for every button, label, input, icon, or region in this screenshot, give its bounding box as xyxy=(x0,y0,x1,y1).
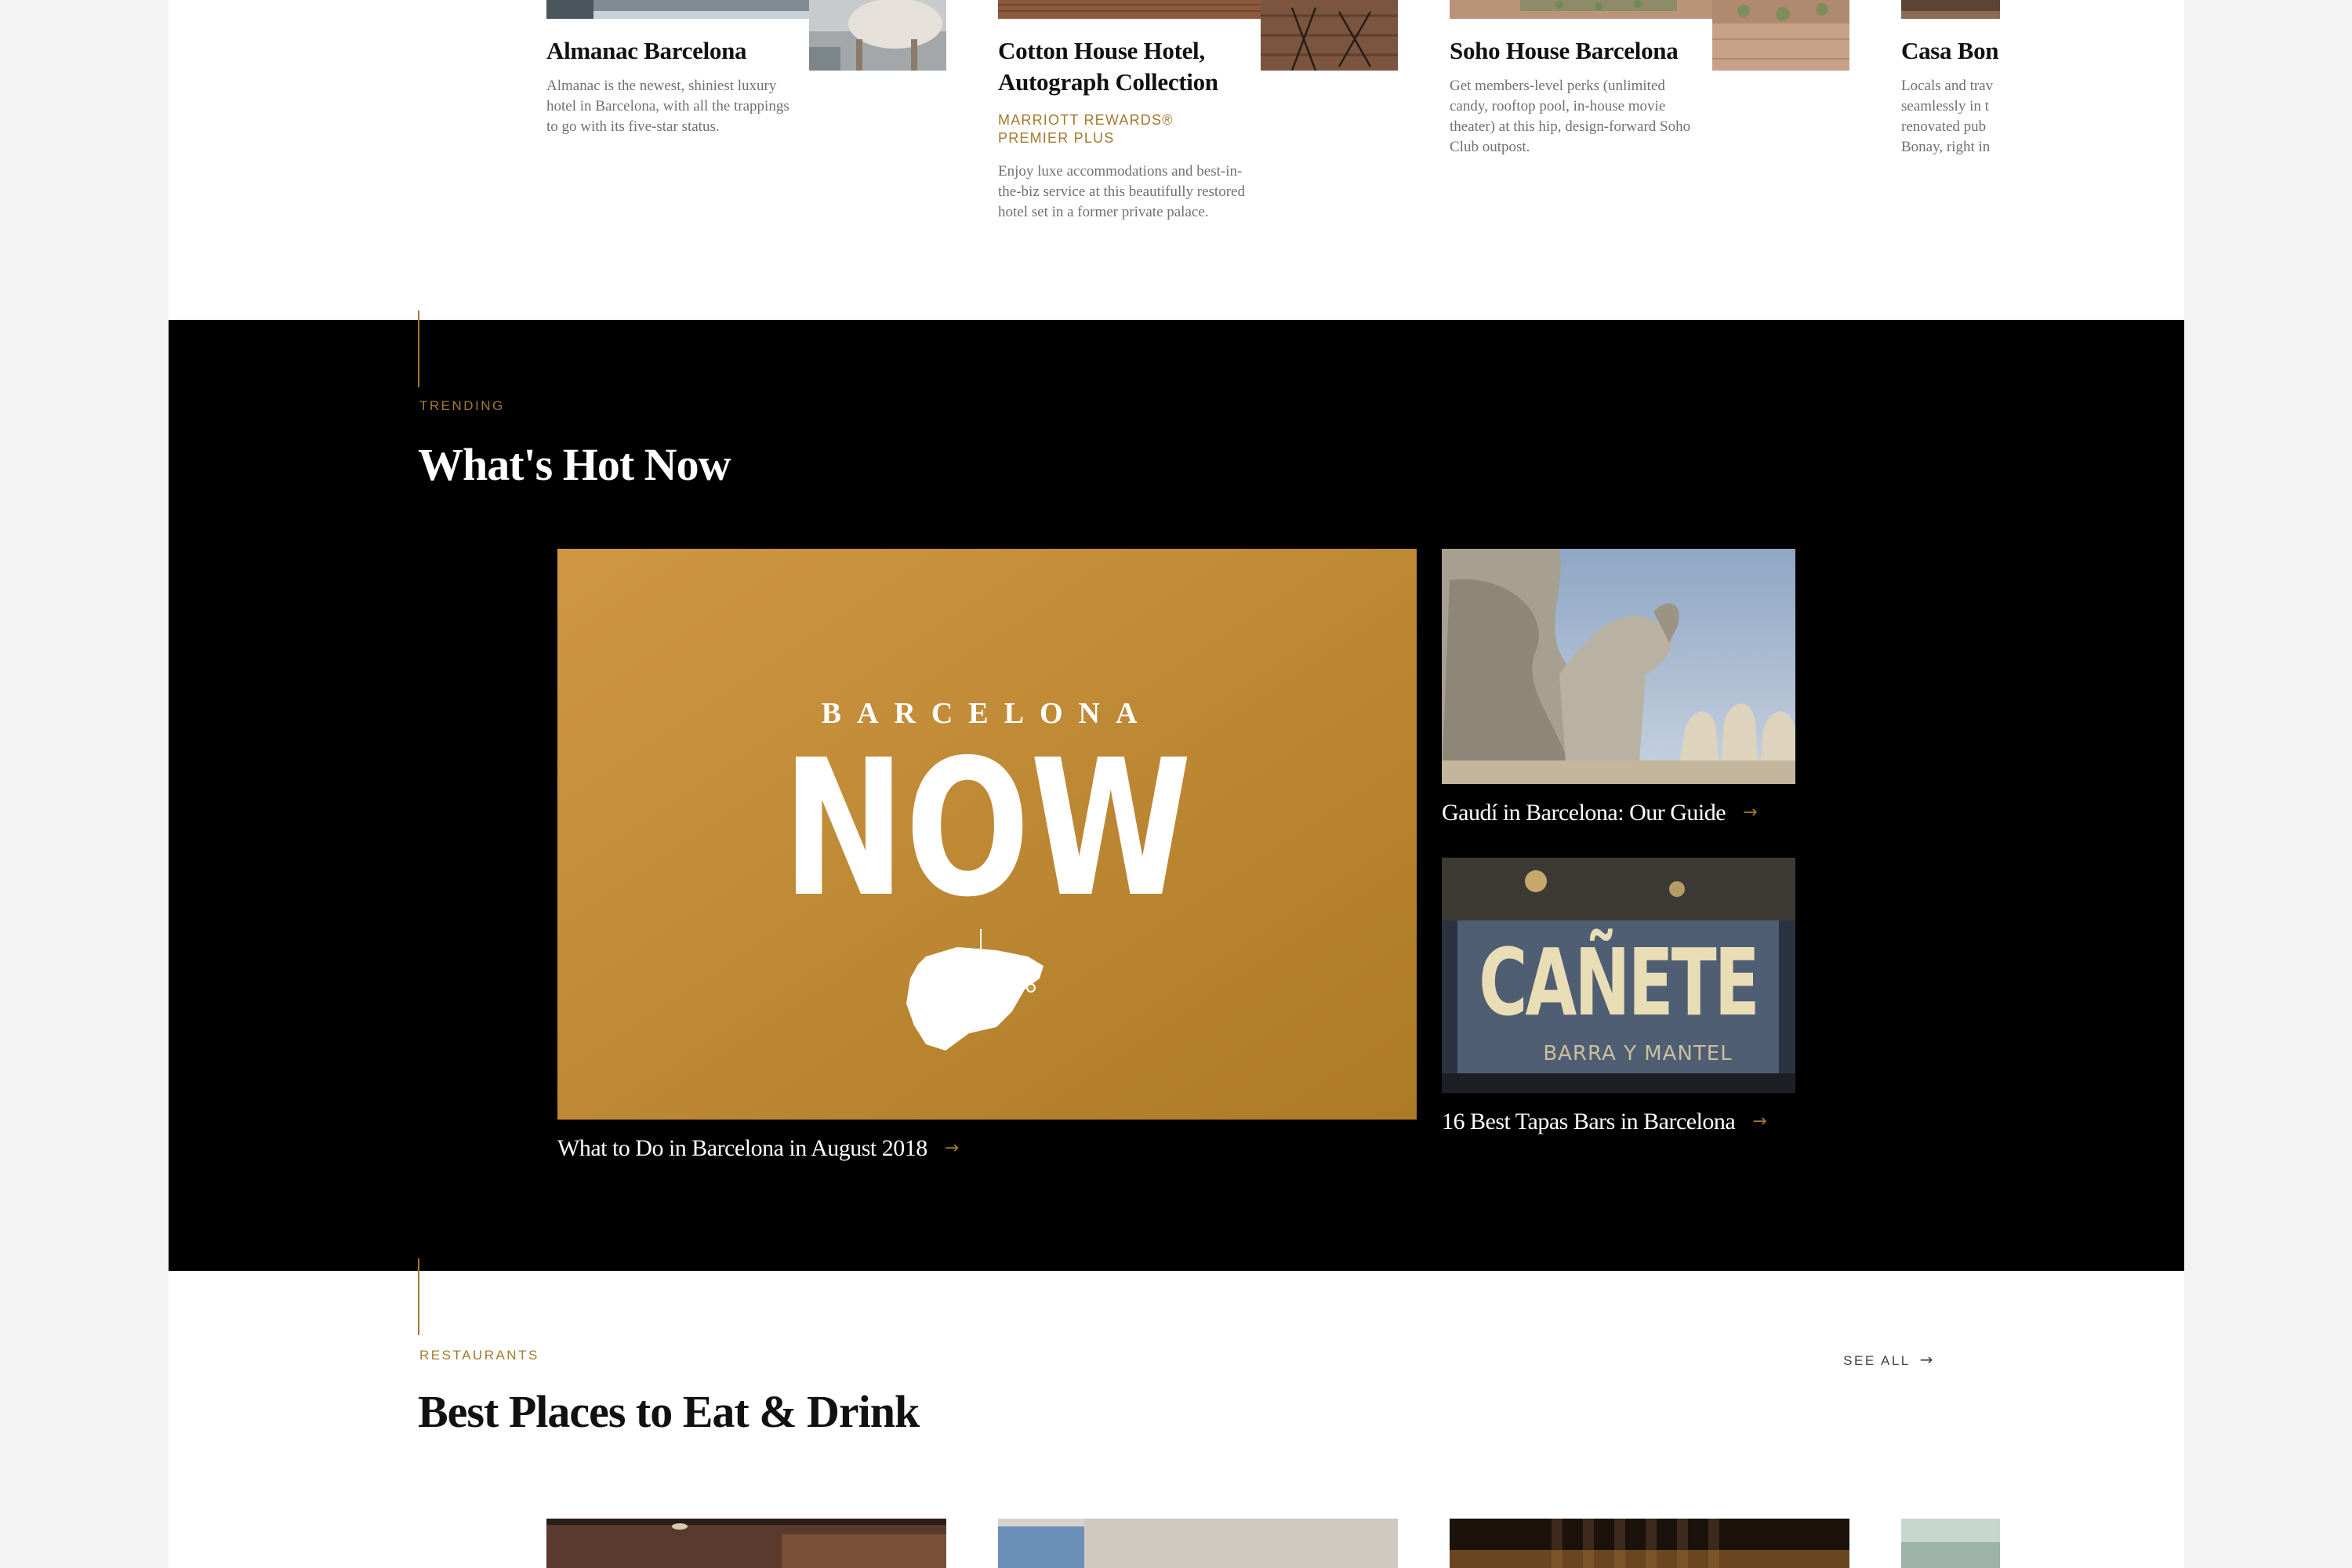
feature-image[interactable]: BARCELONA NOW xyxy=(557,549,1417,1120)
see-all-label: SEE ALL xyxy=(1843,1353,1911,1368)
arrow-right-icon: → xyxy=(944,1138,959,1158)
restaurants-section: RESTAURANTS SEE ALL → Best Places to Eat … xyxy=(169,1258,2184,1568)
side-card-caption: 16 Best Tapas Bars in Barcelona xyxy=(1442,1109,1736,1134)
side-card-link[interactable]: Gaudí in Barcelona: Our Guide → xyxy=(1442,800,1757,826)
hotel-description: Get members-level perks (unlimited candy… xyxy=(1450,78,1691,155)
hotel-name[interactable]: Casa Bon xyxy=(1901,35,2000,67)
hotel-name[interactable]: Cotton House Hotel, Autograph Collection xyxy=(998,35,1253,98)
section-rule xyxy=(418,310,419,387)
restaurant-image[interactable] xyxy=(1450,1519,1849,1568)
arrow-right-icon: → xyxy=(1919,1350,1935,1369)
hotel-description: Almanac is the newest, shiniest luxury h… xyxy=(546,78,789,135)
section-title: Best Places to Eat & Drink xyxy=(418,1386,920,1437)
hotel-image[interactable] xyxy=(1901,0,2000,19)
hotels-carousel: Almanac Barcelona Almanac is the newest,… xyxy=(169,0,2184,320)
side-card-image[interactable] xyxy=(1442,549,1795,784)
feature-link[interactable]: What to Do in Barcelona in August 2018 → xyxy=(557,1135,959,1162)
restaurant-image[interactable] xyxy=(546,1519,946,1568)
restaurant-image[interactable] xyxy=(1901,1519,2000,1568)
hotel-name[interactable]: Almanac Barcelona xyxy=(546,35,801,67)
arrow-right-icon: → xyxy=(1743,803,1757,822)
hotel-image[interactable] xyxy=(1450,0,1712,19)
trending-section: TRENDING What's Hot Now BARCELONA NOW Wh… xyxy=(169,310,2184,1271)
side-card-link[interactable]: 16 Best Tapas Bars in Barcelona → xyxy=(1442,1109,1767,1135)
hotel-card[interactable]: Casa Bon Locals and trav seamlessly in t… xyxy=(1901,0,2000,172)
section-eyebrow: RESTAURANTS xyxy=(419,1348,539,1363)
page: Almanac Barcelona Almanac is the newest,… xyxy=(169,0,2184,1568)
hotel-name[interactable]: Soho House Barcelona xyxy=(1450,35,1704,67)
arrow-right-icon: → xyxy=(1752,1112,1767,1131)
brand-main-text: NOW xyxy=(782,719,1192,938)
hotel-image[interactable] xyxy=(546,0,809,19)
sign-sub-text: BARRA Y MANTEL xyxy=(1543,1042,1732,1065)
see-all-link[interactable]: SEE ALL → xyxy=(1843,1350,1935,1369)
rewards-badge: MARRIOTT REWARDS® PREMIER PLUS xyxy=(998,112,1174,146)
hotel-image[interactable] xyxy=(998,0,1261,19)
section-title: What's Hot Now xyxy=(418,439,731,490)
side-card-image[interactable]: CAÑETE BARRA Y MANTEL xyxy=(1442,858,1795,1093)
side-card-caption: Gaudí in Barcelona: Our Guide xyxy=(1442,800,1726,826)
restaurant-image[interactable] xyxy=(998,1519,1398,1568)
hotel-image[interactable] xyxy=(1712,0,1849,71)
hotel-description: Enjoy luxe accommodations and best-in-th… xyxy=(998,163,1245,220)
hotel-image[interactable] xyxy=(1261,0,1398,71)
sign-main-text: CAÑETE xyxy=(1479,928,1758,1037)
section-rule xyxy=(418,1258,419,1335)
section-eyebrow: TRENDING xyxy=(419,398,505,413)
feature-caption: What to Do in Barcelona in August 2018 xyxy=(557,1135,927,1161)
hotel-description: Locals and trav seamlessly in t renovate… xyxy=(1901,78,1994,155)
hotel-image[interactable] xyxy=(809,0,946,71)
